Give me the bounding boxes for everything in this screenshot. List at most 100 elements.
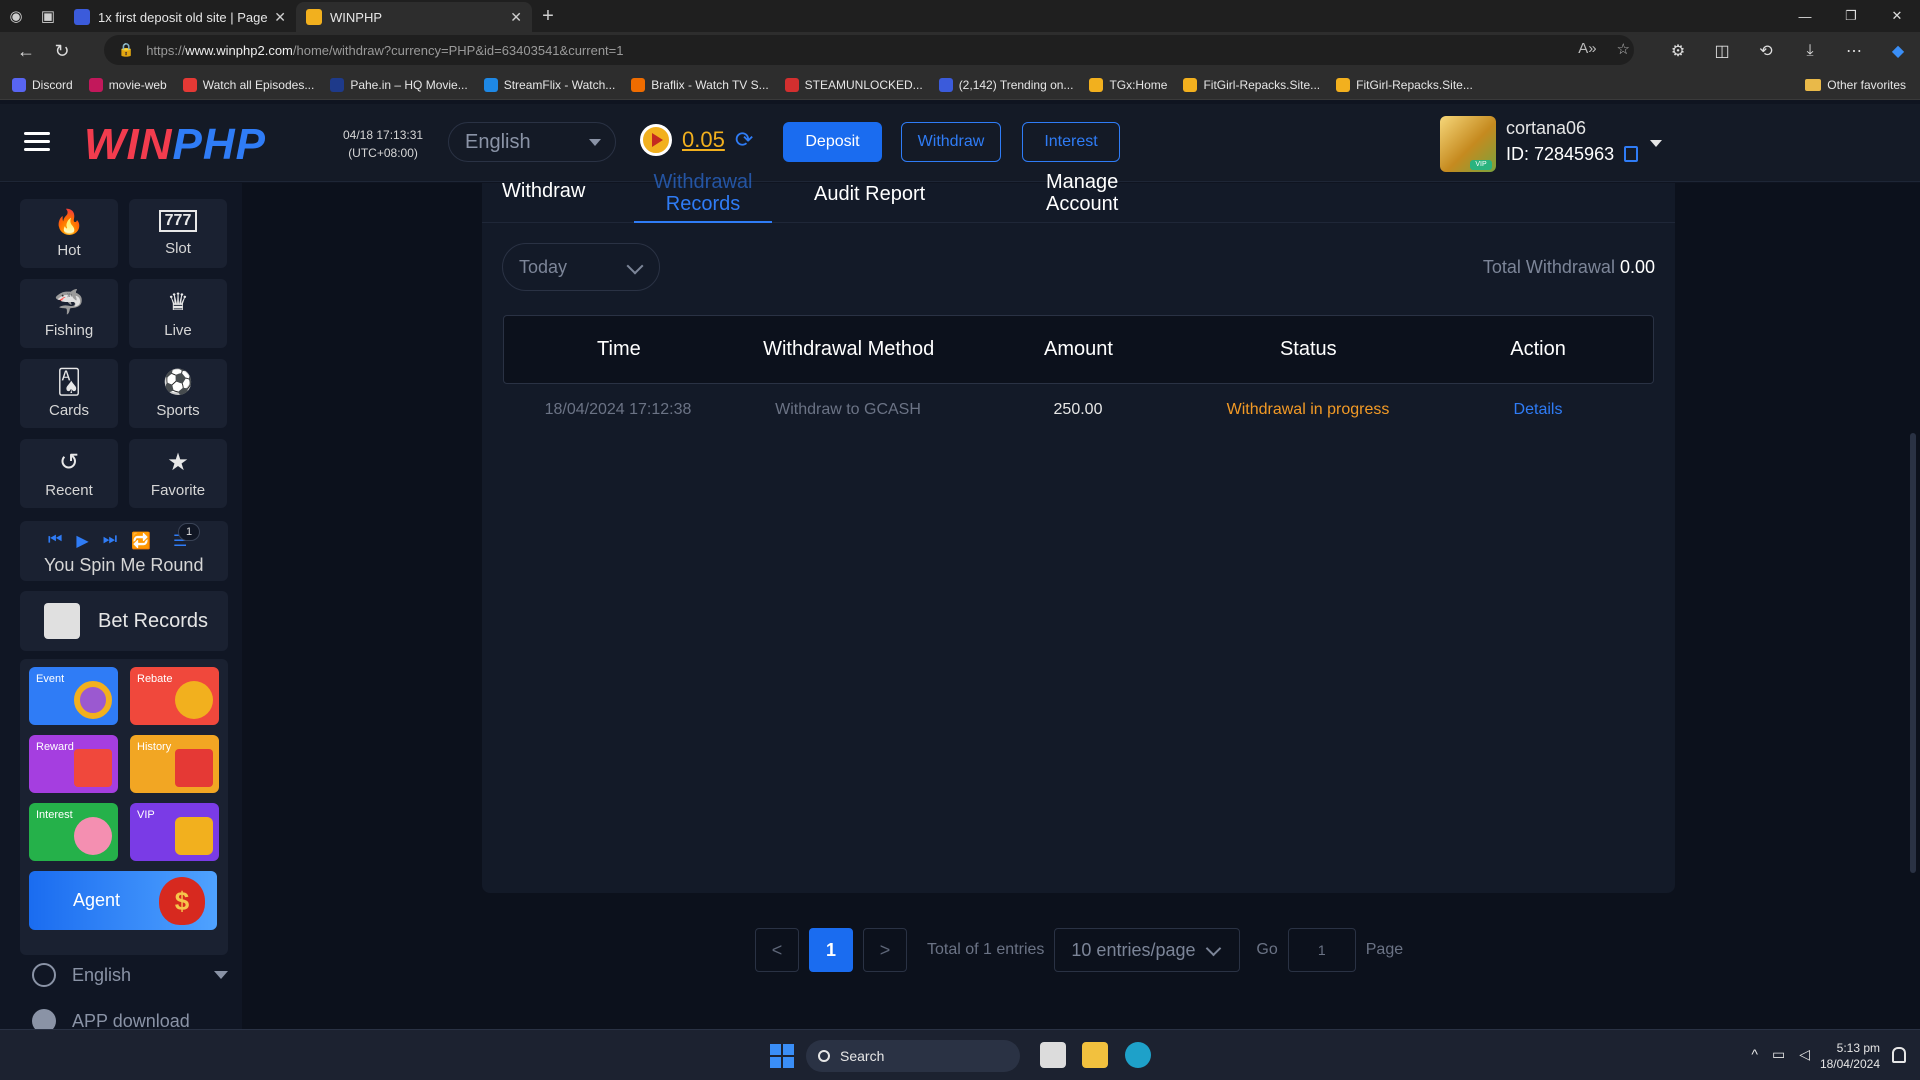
notification-bell-icon[interactable] <box>1892 1047 1906 1063</box>
copy-icon[interactable] <box>1624 146 1638 162</box>
promo-interest[interactable]: Interest <box>29 803 118 861</box>
bookmark-item[interactable]: TGx:Home <box>1089 77 1167 92</box>
browser-tab-active[interactable]: WINPHP ✕ <box>296 2 532 32</box>
new-tab-button[interactable]: + <box>532 5 564 28</box>
promo-vip[interactable]: VIP <box>130 803 219 861</box>
bookmark-item[interactable]: STEAMUNLOCKED... <box>784 77 923 92</box>
next-track-icon[interactable]: ⏭ <box>103 531 117 551</box>
language-select[interactable]: English <box>448 122 616 162</box>
url-field[interactable]: 🔒 https://www.winphp2.com/home/withdraw?… <box>104 35 1634 65</box>
minimize-icon[interactable]: — <box>1782 0 1828 32</box>
category-fishing[interactable]: 🦈 Fishing <box>20 279 118 348</box>
slot-777-icon: 777 <box>158 210 198 232</box>
browser-toolbar: ⚙ ◫ ⟲ ⤓ ⋯ ◆ <box>1656 32 1920 70</box>
edge-icon[interactable] <box>1125 1042 1151 1068</box>
bookmark-item[interactable]: Pahe.in – HQ Movie... <box>330 77 468 92</box>
promo-reward[interactable]: Reward <box>29 735 118 793</box>
read-aloud-icon[interactable]: A» <box>1578 40 1596 58</box>
page-number-button[interactable]: 1 <box>809 928 853 972</box>
browser-tab-bar: ◉ ▣ 1x first deposit old site | Page 2 |… <box>0 0 1920 32</box>
go-label: Go <box>1256 941 1278 958</box>
category-cards[interactable]: 🂡 Cards <box>20 359 118 428</box>
go-to-page-input[interactable]: 1 <box>1287 928 1356 972</box>
history-icon[interactable]: ⟲ <box>1744 41 1788 61</box>
withdraw-button[interactable]: Withdraw <box>901 122 1001 162</box>
bookmark-item[interactable]: movie-web <box>88 77 167 92</box>
bookmark-item[interactable]: Discord <box>12 77 73 92</box>
app-download-link[interactable]: APP download <box>32 1009 190 1029</box>
category-hot[interactable]: 🔥 Hot <box>20 199 118 268</box>
tab-withdraw[interactable]: Withdraw <box>502 181 585 223</box>
bookmark-item[interactable]: (2,142) Trending on... <box>938 77 1073 92</box>
tab-audit-report[interactable]: Audit Report <box>814 183 925 223</box>
deposit-button[interactable]: Deposit <box>783 122 882 162</box>
reload-icon[interactable]: ↻ <box>44 33 80 69</box>
favorite-star-icon[interactable]: ☆ <box>1617 40 1630 58</box>
taskbar-clock[interactable]: 5:13 pm 18/04/2024 <box>1820 1040 1880 1072</box>
extensions-icon[interactable]: ⚙ <box>1656 41 1700 61</box>
file-explorer-icon[interactable] <box>1082 1042 1108 1068</box>
workspaces-icon[interactable]: ▣ <box>32 0 64 32</box>
bookmark-item[interactable]: FitGirl-Repacks.Site... <box>1183 77 1320 92</box>
table-row: 18/04/2024 17:12:38 Withdraw to GCASH 25… <box>503 384 1654 436</box>
promo-rebate[interactable]: Rebate <box>130 667 219 725</box>
refresh-balance-icon[interactable]: ⟳ <box>735 127 753 153</box>
page-size-select[interactable]: 10 entries/page <box>1054 928 1241 972</box>
bookmark-item[interactable]: Watch all Episodes... <box>182 77 314 92</box>
task-view-icon[interactable] <box>1040 1042 1066 1068</box>
volume-icon[interactable]: ◁ <box>1799 1046 1810 1063</box>
category-recent[interactable]: ↺ Recent <box>20 439 118 508</box>
category-favorite[interactable]: ★ Favorite <box>129 439 227 508</box>
donut-icon <box>74 681 112 719</box>
split-screen-icon[interactable]: ◫ <box>1700 41 1744 61</box>
menu-icon[interactable] <box>24 132 50 152</box>
repeat-icon[interactable]: 🔁 <box>131 531 151 551</box>
close-window-icon[interactable]: ✕ <box>1874 0 1920 32</box>
date-filter-select[interactable]: Today <box>502 243 660 291</box>
category-sports[interactable]: ⚽ Sports <box>129 359 227 428</box>
promo-event[interactable]: Event <box>29 667 118 725</box>
restore-icon[interactable]: ❐ <box>1828 0 1874 32</box>
close-tab-icon[interactable]: ✕ <box>274 9 286 26</box>
browser-profile-icon[interactable]: ◉ <box>0 0 32 32</box>
back-icon[interactable]: ← <box>8 33 44 69</box>
prev-page-button[interactable]: < <box>755 928 799 972</box>
bookmarks-bar: Discord movie-web Watch all Episodes... … <box>0 70 1920 100</box>
taskbar-search[interactable]: Search <box>806 1040 1020 1072</box>
bookmark-item[interactable]: StreamFlix - Watch... <box>483 77 615 92</box>
next-page-button[interactable]: > <box>863 928 907 972</box>
user-id: ID: 72845963 <box>1506 144 1615 164</box>
page-label: Page <box>1365 941 1404 958</box>
copilot-icon[interactable]: ◆ <box>1876 41 1920 61</box>
browser-tab[interactable]: 1x first deposit old site | Page 2 | ✕ <box>64 2 296 32</box>
start-icon[interactable] <box>770 1044 794 1068</box>
chevron-up-icon[interactable]: ^ <box>1751 1046 1758 1063</box>
scrollbar-thumb[interactable] <box>1910 433 1916 873</box>
taskbar: Search ^ ▭ ◁ 5:13 pm 18/04/2024 <box>0 1029 1920 1080</box>
play-icon[interactable]: ▶ <box>76 531 88 551</box>
interest-button[interactable]: Interest <box>1022 122 1120 162</box>
network-icon[interactable]: ▭ <box>1772 1046 1785 1063</box>
more-icon[interactable]: ⋯ <box>1832 41 1876 61</box>
sidebar-language-select[interactable]: English <box>32 963 228 987</box>
promo-history[interactable]: History <box>130 735 219 793</box>
agent-button[interactable]: Agent $ <box>29 871 217 930</box>
category-live[interactable]: ♛ Live <box>129 279 227 348</box>
bet-records-button[interactable]: Bet Records <box>20 591 228 651</box>
close-tab-icon[interactable]: ✕ <box>510 9 522 26</box>
balance-value[interactable]: 0.05 <box>682 127 725 153</box>
wallet-balance: 0.05 ⟳ <box>640 124 753 156</box>
bookmark-item[interactable]: Braflix - Watch TV S... <box>631 77 769 92</box>
tab-withdrawal-records[interactable]: Withdrawal Records <box>634 171 772 223</box>
user-menu-caret-icon[interactable] <box>1650 140 1662 147</box>
scrollbar[interactable] <box>1906 183 1920 1029</box>
previous-track-icon[interactable]: ⏮ <box>48 531 62 551</box>
site-logo[interactable]: WINPHP <box>84 120 266 170</box>
details-link[interactable]: Details <box>1423 401 1653 419</box>
tab-manage-account[interactable]: Manage Account <box>1046 171 1118 215</box>
category-slot[interactable]: 777 Slot <box>129 199 227 268</box>
other-favorites[interactable]: Other favorites <box>1805 78 1906 92</box>
bookmark-item[interactable]: FitGirl-Repacks.Site... <box>1336 77 1473 92</box>
downloads-icon[interactable]: ⤓ <box>1788 42 1832 60</box>
game-category-grid: 🔥 Hot 777 Slot 🦈 Fishing ♛ Live 🂡 Cards ⚽ Spor… <box>20 199 227 508</box>
